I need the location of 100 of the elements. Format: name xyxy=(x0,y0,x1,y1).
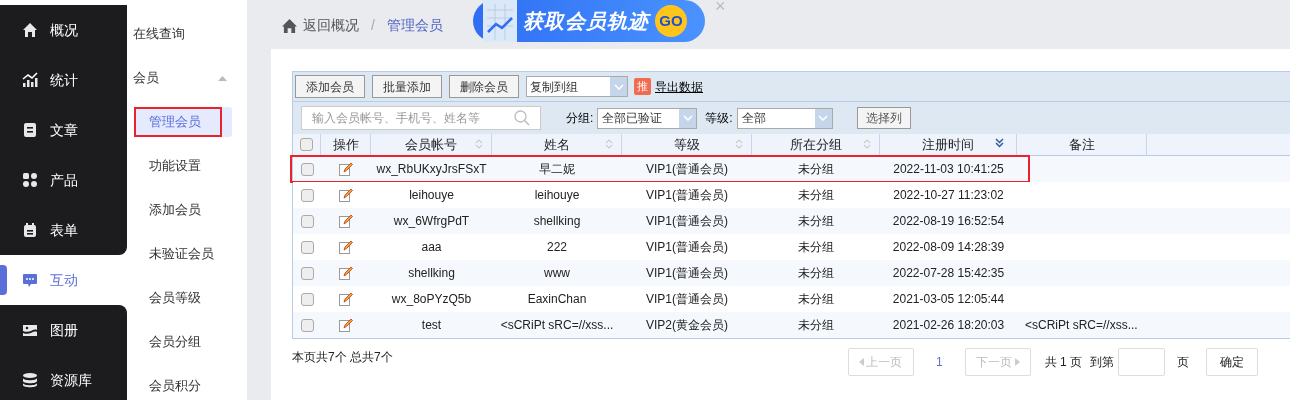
table-cell-text: 2022-11-03 10:41:25 xyxy=(893,161,1004,178)
table-cell-text: 未分组 xyxy=(798,161,834,178)
subnav-group[interactable]: 会员 xyxy=(127,56,247,100)
grid-icon xyxy=(22,172,38,188)
caret-icon xyxy=(859,358,865,366)
edit-icon[interactable] xyxy=(339,240,353,254)
back-link[interactable]: 返回概况 xyxy=(282,15,359,36)
table-cell-text: <sCRiPt sRC=//xss... xyxy=(500,317,614,334)
row-checkbox[interactable] xyxy=(300,188,314,202)
nav-item[interactable]: 资源库 xyxy=(0,355,127,400)
column-header[interactable]: 注册时间 xyxy=(922,134,974,155)
edit-icon[interactable] xyxy=(339,266,353,280)
table-cell-text: 未分组 xyxy=(798,317,834,334)
table-cell-text: shellking xyxy=(408,265,455,282)
active-indicator xyxy=(0,265,7,295)
column-header[interactable]: 所在分组 xyxy=(789,134,842,155)
table-cell-text: leihouye xyxy=(534,187,580,204)
table-cell-text: wx_6WfrgPdT xyxy=(393,213,470,230)
subnav-item[interactable]: 添加会员 xyxy=(135,195,232,225)
breadcrumb-current: 管理会员 xyxy=(386,16,443,35)
table-cell-text: 未分组 xyxy=(798,291,834,308)
table-cell-text: 未分组 xyxy=(798,213,834,230)
sort-icon[interactable] xyxy=(863,138,871,150)
dropdown-icon xyxy=(679,108,697,128)
caret-icon xyxy=(1014,358,1020,366)
column-header[interactable]: 会员帐号 xyxy=(405,134,457,155)
sort-icon[interactable] xyxy=(475,138,483,150)
subnav-item[interactable]: 会员积分 xyxy=(135,371,232,400)
nav-item[interactable]: 文章 xyxy=(0,105,127,155)
table-cell-text: wx_8oPYzQ5b xyxy=(391,291,472,308)
row-checkbox[interactable] xyxy=(300,266,314,280)
toolbar-button[interactable]: 添加会员 xyxy=(295,75,365,98)
copy-to-group-select[interactable]: 复制到组 xyxy=(526,76,628,97)
table-cell-text: www xyxy=(544,265,570,282)
edit-icon[interactable] xyxy=(339,188,353,202)
toolbar-button[interactable]: 批量添加 xyxy=(372,75,442,98)
table-cell-text: wx_RbUKxyJrsFSxT xyxy=(376,161,487,178)
subnav-item[interactable]: 会员分组 xyxy=(135,327,232,357)
table-cell-text: 2022-10-27 11:23:02 xyxy=(893,187,1004,204)
nav-item[interactable]: 概况 xyxy=(0,5,127,55)
page-total: 共 1 页 xyxy=(1044,354,1082,371)
table-cell-text: 未分组 xyxy=(798,239,834,256)
row-checkbox[interactable] xyxy=(300,318,314,332)
table-cell-text: 2021-03-05 12:05:44 xyxy=(892,291,1005,308)
edit-icon[interactable] xyxy=(339,292,353,306)
subnav-item[interactable]: 功能设置 xyxy=(135,151,232,181)
goto-label: 到第 xyxy=(1090,354,1114,371)
nav-item[interactable]: 图册 xyxy=(0,305,127,355)
table-cell-text: aaa xyxy=(421,239,442,256)
column-header[interactable]: 备注 xyxy=(1068,134,1095,155)
column-header[interactable]: 操作 xyxy=(332,134,359,155)
table-cell-text: 2022-07-28 15:42:35 xyxy=(892,265,1005,282)
dropdown-icon xyxy=(610,77,627,96)
chart-icon xyxy=(483,0,517,42)
search-icon xyxy=(514,110,530,126)
edit-icon[interactable] xyxy=(339,162,353,176)
row-checkbox[interactable] xyxy=(300,162,314,176)
sort-icon[interactable] xyxy=(735,138,743,150)
edit-icon[interactable] xyxy=(339,214,353,228)
table-cell-text: VIP1(普通会员) xyxy=(646,161,728,178)
row-checkbox[interactable] xyxy=(300,240,314,254)
table-cell-text: leihouye xyxy=(409,187,454,204)
home-icon xyxy=(282,18,297,33)
table-cell-text: 早二妮 xyxy=(539,161,575,178)
table-cell-text: 2022-08-19 16:52:54 xyxy=(892,213,1005,230)
table-cell-text: 2021-02-26 18:20:03 xyxy=(892,317,1005,334)
nav-item[interactable]: 产品 xyxy=(0,155,127,205)
group-select[interactable]: 全部已验证 xyxy=(597,107,698,129)
toolbar-button[interactable]: 删除会员 xyxy=(449,75,519,98)
nav-item[interactable]: 统计 xyxy=(0,55,127,105)
sort-icon[interactable] xyxy=(605,138,613,150)
column-header[interactable]: 姓名 xyxy=(543,134,570,155)
page-number[interactable]: 1 xyxy=(935,353,943,371)
column-header[interactable]: 等级 xyxy=(673,134,700,155)
table-cell-text: VIP1(普通会员) xyxy=(646,213,728,230)
select-columns-button[interactable]: 选择列 xyxy=(856,107,911,129)
row-checkbox[interactable] xyxy=(300,292,314,306)
row-checkbox[interactable] xyxy=(300,214,314,228)
ad-banner[interactable]: 获取会员轨迹 GO xyxy=(473,0,705,42)
table-cell-text: <sCRiPt sRC=//xss... xyxy=(1025,317,1138,334)
subnav-item[interactable]: 会员等级 xyxy=(135,283,232,313)
go-button[interactable]: GO xyxy=(655,5,687,37)
edit-icon[interactable] xyxy=(339,318,353,332)
table-cell-text: VIP1(普通会员) xyxy=(646,265,728,282)
subnav-item[interactable]: 未验证会员 xyxy=(135,239,232,269)
sort-descending-icon[interactable] xyxy=(995,138,1004,148)
dropdown-icon xyxy=(814,108,832,128)
select-all-checkbox[interactable] xyxy=(300,138,313,151)
confirm-button[interactable]: 确定 xyxy=(1206,348,1258,376)
page-input[interactable] xyxy=(1118,348,1165,376)
table-cell-text: 未分组 xyxy=(798,265,834,282)
page-summary: 本页共7个 总共7个 xyxy=(292,349,393,366)
export-link[interactable]: 导出数据 xyxy=(655,77,703,96)
chart-icon xyxy=(22,72,38,88)
table-cell-text: 2022-08-09 14:28:39 xyxy=(892,239,1005,256)
nav-item[interactable]: 表单 xyxy=(0,205,127,255)
table-cell-text: VIP1(普通会员) xyxy=(646,239,728,256)
filter-label: 分组: xyxy=(566,110,594,127)
level-select[interactable]: 全部 xyxy=(736,107,833,129)
subnav-item[interactable]: 在线查询 xyxy=(133,19,230,49)
